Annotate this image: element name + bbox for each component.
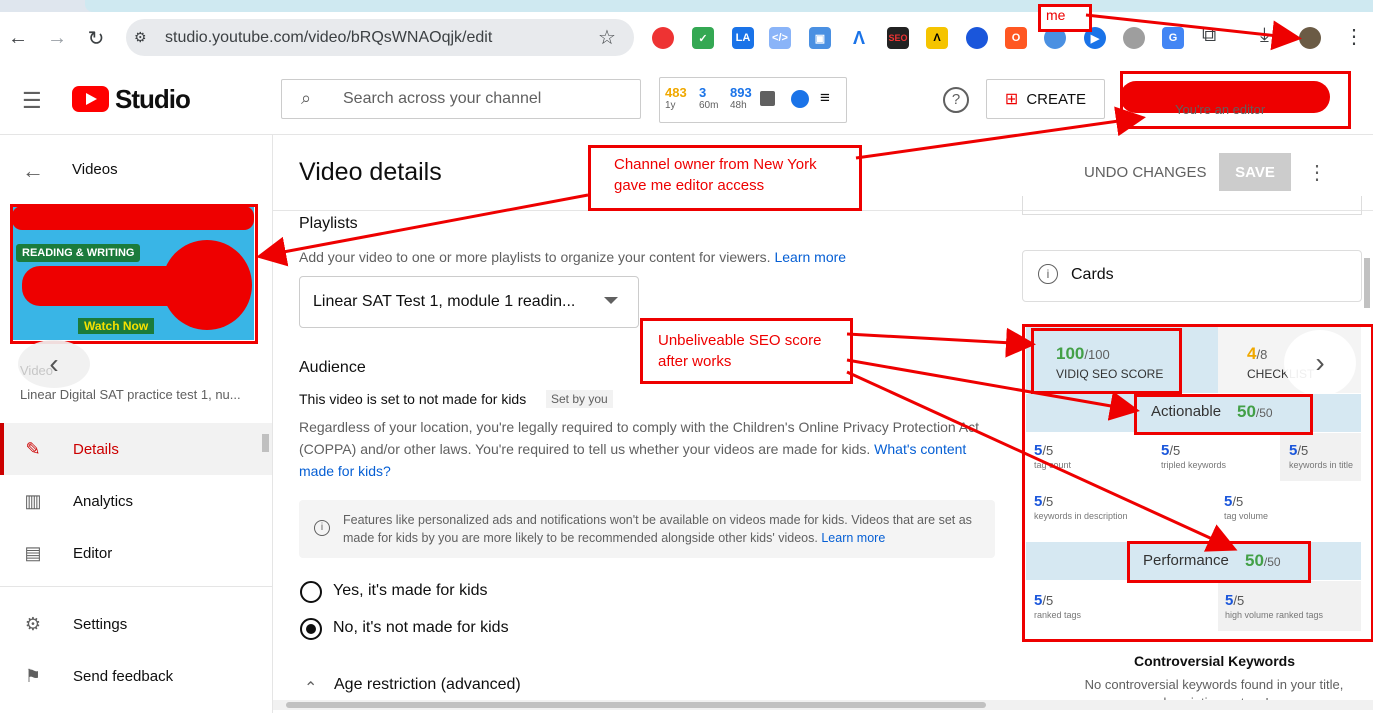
feedback-icon: ⚑	[24, 665, 42, 686]
avatar[interactable]	[1299, 27, 1321, 49]
save-button[interactable]: SAVE	[1219, 153, 1291, 191]
help-icon[interactable]: ?	[943, 87, 969, 113]
download-icon[interactable]: ⤓	[1260, 24, 1269, 47]
youtube-logo-icon[interactable]	[72, 86, 109, 112]
site-info-icon[interactable]: ⚙	[134, 29, 152, 47]
active-indicator	[0, 423, 4, 475]
undo-changes-button[interactable]: UNDO CHANGES	[1084, 164, 1207, 181]
info-text: Features like personalized ads and notif…	[343, 513, 972, 545]
radio-made-for-kids[interactable]	[300, 581, 322, 603]
pencil-icon: ✎	[25, 438, 41, 459]
info-icon: i	[314, 520, 330, 536]
stat-60m: 3 60m	[699, 85, 719, 111]
active-tab[interactable]	[85, 0, 1373, 12]
star-icon[interactable]: ☆	[598, 25, 616, 50]
cards-label: Cards	[1071, 266, 1114, 283]
extensions-puzzle-icon[interactable]: ⧉	[1202, 24, 1216, 47]
seo-icon[interactable]: SEO	[887, 27, 909, 49]
chevron-down-icon[interactable]	[604, 297, 618, 304]
back-arrow-icon[interactable]: ←	[22, 158, 44, 184]
playlists-learn-more-link[interactable]: Learn more	[774, 249, 846, 265]
playlists-description: Add your video to one or more playlists …	[299, 249, 847, 265]
reload-icon[interactable]: ↻	[82, 24, 110, 52]
set-by-badge: Set by you	[546, 390, 613, 408]
sidebar-scrollbar[interactable]	[262, 434, 269, 452]
playlist-selected-value: Linear SAT Test 1, module 1 readin...	[313, 293, 576, 310]
extension-icon[interactable]: Λ	[926, 27, 948, 49]
sidebar-item-details[interactable]: ✎ Details	[0, 423, 272, 475]
hamburger-menu-icon[interactable]: ☰	[22, 88, 42, 114]
annotation-owner-line1: Channel owner from New York	[614, 156, 817, 173]
radio-yes-label[interactable]: Yes, it's made for kids	[333, 582, 488, 600]
code-icon[interactable]: </>	[769, 27, 791, 49]
back-icon[interactable]: ←	[4, 24, 32, 52]
extension-icon[interactable]	[966, 27, 988, 49]
annotation-box-account	[1120, 71, 1351, 129]
coppa-text: Regardless of your location, you're lega…	[299, 419, 980, 479]
annotation-box-actionable	[1134, 394, 1313, 435]
annotation-box-thumbnail	[10, 204, 258, 344]
extension-icon[interactable]: LA	[732, 27, 754, 49]
back-to-videos-label[interactable]: Videos	[72, 161, 118, 178]
more-options-icon[interactable]: ⋮	[1307, 160, 1327, 185]
browser-menu-icon[interactable]: ⋮	[1344, 24, 1364, 49]
pokeball-icon[interactable]	[652, 27, 674, 49]
stat-48h: 893 48h	[730, 85, 752, 111]
annotation-seo-line1: Unbeliveable SEO score	[658, 332, 822, 349]
audience-status: This video is set to not made for kids	[299, 391, 527, 407]
radio-not-made-for-kids[interactable]	[300, 618, 322, 640]
annotation-me: me	[1046, 7, 1066, 23]
sidebar-item-editor[interactable]: ▤ Editor	[0, 527, 272, 579]
editor-icon: ▤	[24, 542, 42, 563]
extension-icon[interactable]: ▣	[809, 27, 831, 49]
video-title: Linear Digital SAT practice test 1, nu..…	[20, 387, 241, 402]
analytics-icon: ▥	[24, 490, 42, 511]
age-restriction-toggle[interactable]: Age restriction (advanced)	[334, 676, 521, 694]
right-scrollbar[interactable]	[1364, 258, 1370, 308]
panel-box-top	[1022, 196, 1362, 215]
search-icon[interactable]: ⌕	[301, 88, 311, 109]
studio-logo-text[interactable]: Studio	[115, 84, 191, 115]
translate-icon[interactable]: G	[1162, 27, 1184, 49]
forward-icon[interactable]: →	[43, 24, 71, 52]
extension-icon[interactable]: O	[1005, 27, 1027, 49]
sidebar-item-analytics[interactable]: ▥ Analytics	[0, 475, 272, 527]
chart-icon[interactable]	[760, 91, 775, 106]
annotation-box-performance	[1127, 541, 1311, 583]
extension-icon[interactable]: ✓	[692, 27, 714, 49]
vidiq-icon[interactable]	[791, 90, 809, 108]
info-learn-more-link[interactable]: Learn more	[821, 531, 885, 545]
video-label: Video	[20, 363, 54, 378]
controversial-keywords-text: No controversial keywords found in your …	[1084, 677, 1344, 700]
horizontal-scrollbar-thumb[interactable]	[286, 702, 986, 708]
sidebar-item-send-feedback[interactable]: ⚑ Send feedback	[0, 650, 272, 702]
controversial-keywords-title: Controversial Keywords	[1133, 653, 1296, 669]
globe-icon[interactable]	[1123, 27, 1145, 49]
extension-icon[interactable]: Λ	[848, 27, 870, 49]
create-video-icon: ⊞	[1004, 91, 1019, 108]
arrow-seo-to-score	[846, 327, 1036, 358]
url-text: studio.youtube.com/video/bRQsWNAOqjk/edi…	[165, 29, 493, 46]
chevron-up-icon[interactable]: ⌃	[304, 678, 317, 698]
stat-1y: 483 1y	[665, 85, 687, 111]
info-icon: i	[1038, 264, 1058, 284]
annotation-owner-line2: gave me editor access	[614, 177, 765, 194]
search-input[interactable]: Search across your channel	[343, 90, 541, 108]
audience-title: Audience	[299, 359, 366, 376]
sidebar-item-settings[interactable]: ⚙ Settings	[0, 598, 272, 650]
sidebar-divider	[0, 586, 272, 587]
create-button[interactable]: ⊞ CREATE	[986, 79, 1105, 119]
menu-icon[interactable]: ≡	[820, 88, 830, 108]
page-title: Video details	[299, 158, 442, 186]
radio-no-label[interactable]: No, it's not made for kids	[333, 619, 509, 637]
gear-icon: ⚙	[24, 613, 42, 634]
playlists-title: Playlists	[299, 215, 358, 232]
annotation-seo-line2: after works	[658, 353, 732, 370]
annotation-box-seo-score	[1031, 328, 1182, 394]
